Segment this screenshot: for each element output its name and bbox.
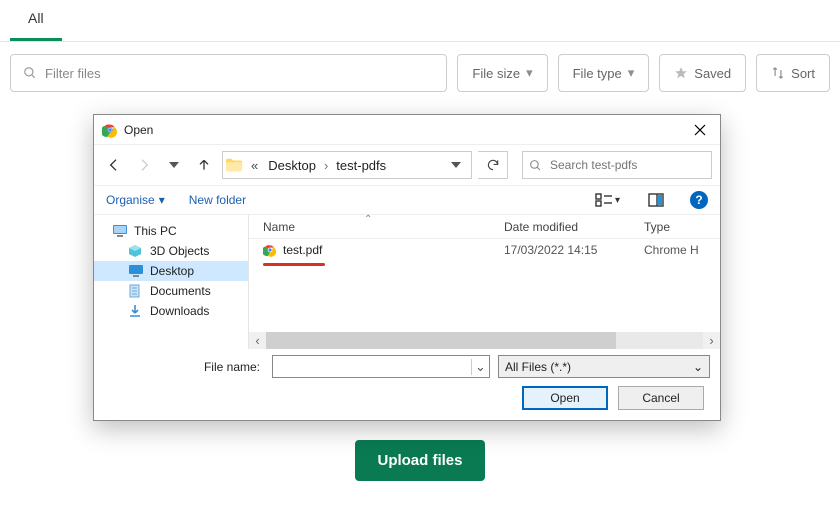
sort-label: Sort bbox=[791, 66, 815, 81]
file-list-area: ⌃ Name Date modified Type test.pdf 17/03… bbox=[249, 215, 720, 349]
up-button[interactable] bbox=[192, 153, 216, 177]
cancel-button[interactable]: Cancel bbox=[618, 386, 704, 410]
breadcrumb-prefix: « bbox=[247, 158, 262, 173]
chevron-down-icon: ▾ bbox=[628, 65, 635, 81]
filter-input-wrap[interactable]: Filter files bbox=[10, 54, 447, 92]
file-size-label: File size bbox=[472, 66, 520, 81]
tree-label: Downloads bbox=[150, 304, 209, 318]
file-type-label: File type bbox=[573, 66, 622, 81]
folder-icon bbox=[225, 157, 243, 173]
filter-placeholder: Filter files bbox=[45, 66, 101, 81]
address-dropdown[interactable] bbox=[443, 160, 469, 170]
file-type: Chrome H bbox=[644, 243, 720, 257]
chrome-icon bbox=[263, 243, 277, 257]
nav-tree: This PC 3D Objects Desktop Documents Dow… bbox=[94, 215, 249, 349]
chrome-icon bbox=[102, 122, 118, 138]
organise-menu[interactable]: Organise ▾ bbox=[106, 193, 165, 207]
upload-files-button[interactable]: Upload files bbox=[355, 440, 484, 481]
titlebar: Open bbox=[94, 115, 720, 145]
file-rows: test.pdf 17/03/2022 14:15 Chrome H bbox=[249, 239, 720, 332]
filename-label: File name: bbox=[104, 360, 264, 374]
tab-all[interactable]: All bbox=[10, 0, 62, 41]
file-date: 17/03/2022 14:15 bbox=[504, 243, 644, 257]
column-name[interactable]: Name bbox=[249, 220, 504, 234]
file-type-selected: All Files (*.*) bbox=[505, 360, 571, 374]
recent-locations-button[interactable] bbox=[162, 153, 186, 177]
new-folder-button[interactable]: New folder bbox=[189, 193, 246, 207]
forward-button[interactable] bbox=[132, 153, 156, 177]
documents-icon bbox=[128, 284, 144, 298]
tree-downloads[interactable]: Downloads bbox=[94, 301, 248, 321]
search-input[interactable] bbox=[548, 157, 707, 173]
refresh-button[interactable] bbox=[478, 151, 508, 179]
tabs-bar: All bbox=[0, 0, 840, 42]
tree-this-pc[interactable]: This PC bbox=[94, 221, 248, 241]
view-mode-button[interactable]: ▾ bbox=[593, 191, 622, 209]
close-button[interactable] bbox=[684, 120, 716, 140]
column-date[interactable]: Date modified bbox=[504, 220, 644, 234]
search-box[interactable] bbox=[522, 151, 712, 179]
tree-label: Desktop bbox=[150, 264, 194, 278]
chevron-down-icon: ▾ bbox=[159, 193, 165, 207]
dialog-title: Open bbox=[124, 123, 684, 137]
open-button[interactable]: Open bbox=[522, 386, 608, 410]
help-button[interactable]: ? bbox=[690, 191, 708, 209]
search-icon bbox=[23, 66, 37, 80]
breadcrumb-test-pdfs[interactable]: test-pdfs bbox=[330, 158, 392, 173]
filename-combo[interactable]: ⌄ bbox=[272, 355, 490, 378]
saved-filter[interactable]: Saved bbox=[659, 54, 746, 92]
preview-pane-button[interactable] bbox=[646, 191, 666, 209]
file-size-filter[interactable]: File size ▾ bbox=[457, 54, 547, 92]
tree-3d-objects[interactable]: 3D Objects bbox=[94, 241, 248, 261]
star-icon bbox=[674, 66, 688, 80]
scroll-right-button[interactable]: › bbox=[703, 332, 720, 349]
column-type[interactable]: Type bbox=[644, 220, 720, 234]
dialog-footer: File name: ⌄ All Files (*.*) ⌄ Open Canc… bbox=[94, 349, 720, 420]
sort-button[interactable]: Sort bbox=[756, 54, 830, 92]
file-open-dialog: Open « Desktop › test-pdfs bbox=[93, 114, 721, 421]
chevron-down-icon: ⌄ bbox=[693, 360, 703, 374]
this-pc-icon bbox=[112, 224, 128, 238]
scroll-left-button[interactable]: ‹ bbox=[249, 332, 266, 349]
nav-row: « Desktop › test-pdfs bbox=[94, 145, 720, 185]
scroll-thumb[interactable] bbox=[266, 332, 616, 349]
horizontal-scrollbar[interactable]: ‹ › bbox=[249, 332, 720, 349]
file-name: test.pdf bbox=[283, 243, 322, 257]
sort-icon bbox=[771, 66, 785, 80]
tree-desktop[interactable]: Desktop bbox=[94, 261, 248, 281]
organise-label: Organise bbox=[106, 193, 155, 207]
tree-label: 3D Objects bbox=[150, 244, 209, 258]
file-type-select[interactable]: All Files (*.*) ⌄ bbox=[498, 355, 710, 378]
command-bar: Organise ▾ New folder ▾ ? bbox=[94, 185, 720, 215]
file-type-filter[interactable]: File type ▾ bbox=[558, 54, 650, 92]
toolbar: Filter files File size ▾ File type ▾ Sav… bbox=[0, 42, 840, 104]
breadcrumb-desktop[interactable]: Desktop bbox=[262, 158, 322, 173]
downloads-icon bbox=[128, 304, 144, 318]
chevron-down-icon: ▾ bbox=[615, 195, 620, 206]
filename-input[interactable] bbox=[273, 360, 471, 374]
chevron-down-icon: ▾ bbox=[526, 65, 533, 81]
file-row[interactable]: test.pdf 17/03/2022 14:15 Chrome H bbox=[249, 239, 720, 261]
chevron-right-icon: › bbox=[322, 158, 330, 173]
cube-icon bbox=[128, 244, 144, 258]
tree-label: Documents bbox=[150, 284, 211, 298]
saved-label: Saved bbox=[694, 66, 731, 81]
filename-dropdown[interactable]: ⌄ bbox=[471, 359, 489, 375]
tree-documents[interactable]: Documents bbox=[94, 281, 248, 301]
search-icon bbox=[529, 159, 542, 172]
scroll-track[interactable] bbox=[266, 332, 703, 349]
column-headers: ⌃ Name Date modified Type bbox=[249, 215, 720, 239]
desktop-icon bbox=[128, 264, 144, 278]
annotation-underline bbox=[263, 263, 325, 266]
tree-label: This PC bbox=[134, 224, 177, 238]
address-bar[interactable]: « Desktop › test-pdfs bbox=[222, 151, 472, 179]
sort-indicator-icon: ⌃ bbox=[364, 214, 372, 225]
back-button[interactable] bbox=[102, 153, 126, 177]
